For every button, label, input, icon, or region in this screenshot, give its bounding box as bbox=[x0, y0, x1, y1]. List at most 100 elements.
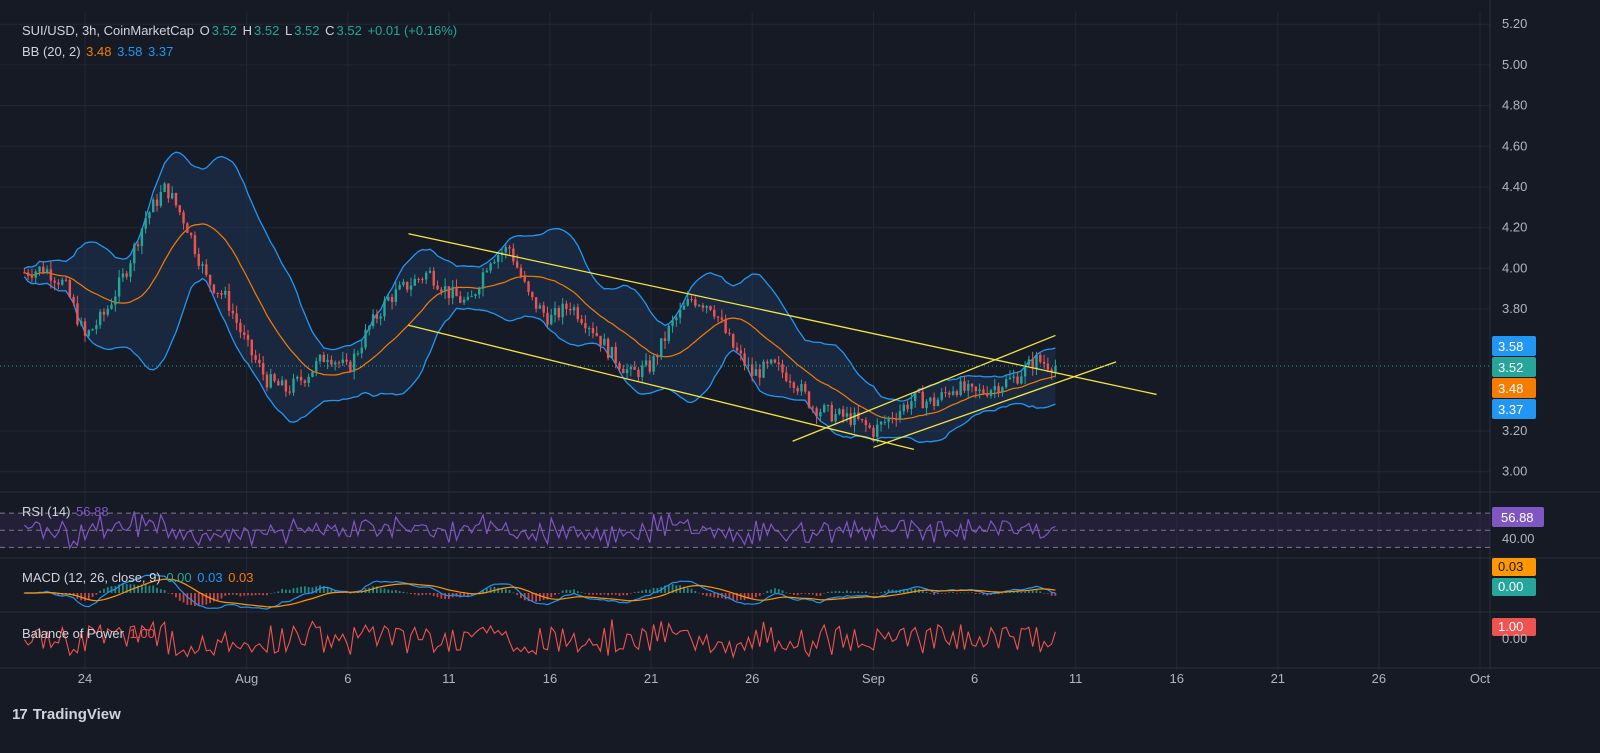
macd-hist-bar bbox=[584, 593, 587, 594]
macd-hist-bar bbox=[565, 589, 568, 593]
macd-hist-bar bbox=[940, 593, 943, 594]
macd-hist-bar bbox=[762, 593, 765, 594]
candle-body bbox=[895, 419, 898, 421]
high-label: H bbox=[242, 23, 253, 38]
candle-body bbox=[678, 309, 682, 318]
bop-legend[interactable]: Balance of Power 1.00 bbox=[22, 626, 157, 641]
candle-body bbox=[629, 366, 633, 370]
candle-body bbox=[519, 267, 523, 277]
macd-hist-bar bbox=[557, 593, 560, 594]
macd-hist-bar bbox=[576, 591, 579, 593]
candle-body bbox=[887, 417, 890, 422]
price-label-basis-text: 3.48 bbox=[1498, 381, 1523, 396]
candle-body bbox=[758, 369, 761, 378]
candle-body bbox=[341, 359, 344, 364]
candle-body bbox=[788, 380, 792, 383]
macd-hist-bar bbox=[406, 592, 409, 594]
macd-hist-bar bbox=[857, 591, 860, 593]
macd-hist-bar bbox=[216, 593, 219, 601]
macd-hist-bar bbox=[823, 593, 826, 594]
candle-body bbox=[485, 270, 489, 273]
candle-body bbox=[379, 316, 382, 319]
macd-hist-bar bbox=[129, 584, 132, 593]
macd-hist-bar bbox=[516, 593, 519, 596]
macd-hist-bar bbox=[307, 586, 310, 593]
macd-hist-bar bbox=[811, 593, 814, 595]
candle-body bbox=[178, 205, 181, 213]
candle-body bbox=[398, 284, 401, 290]
macd-hist-bar bbox=[497, 587, 500, 593]
candle-body bbox=[694, 299, 697, 306]
candle-body bbox=[265, 374, 269, 388]
candle-body bbox=[102, 311, 106, 315]
candle-body bbox=[163, 183, 166, 192]
macd-legend[interactable]: MACD (12, 26, close, 9) 0.00 0.03 0.03 bbox=[22, 570, 256, 585]
candle-body bbox=[186, 223, 189, 233]
bb-legend[interactable]: BB (20, 2) 3.48 3.58 3.37 bbox=[22, 44, 175, 59]
candle-body bbox=[796, 388, 799, 392]
macd-hist-bar bbox=[883, 591, 886, 593]
macd-hist-bar bbox=[303, 586, 306, 593]
candle-body bbox=[26, 272, 30, 276]
candle-body bbox=[53, 280, 56, 283]
macd-hist-bar bbox=[690, 588, 693, 593]
candle-body bbox=[57, 282, 60, 285]
candle-body bbox=[129, 263, 132, 277]
rsi-legend[interactable]: RSI (14) 56.88 bbox=[22, 504, 111, 519]
macd-hist-bar bbox=[254, 593, 257, 596]
macd-hist-bar bbox=[713, 593, 716, 598]
macd-hist-bar bbox=[410, 593, 412, 594]
candle-body bbox=[42, 266, 45, 273]
candle-body bbox=[83, 321, 87, 336]
candle-body bbox=[656, 356, 659, 358]
macd-hist-bar bbox=[842, 591, 845, 593]
x-tick-label: 21 bbox=[644, 671, 658, 686]
candle-body bbox=[417, 278, 420, 280]
candle-body bbox=[387, 297, 390, 301]
macd-hist-bar bbox=[266, 593, 268, 596]
candle-body bbox=[989, 390, 993, 396]
macd-hist-bar bbox=[1046, 593, 1049, 594]
candle-body bbox=[337, 362, 341, 364]
symbol-label[interactable]: SUI/USD, 3h, CoinMarketCap bbox=[22, 23, 194, 38]
candle-body bbox=[72, 297, 75, 304]
macd-value-label-text: 0.00 bbox=[1498, 579, 1523, 594]
tradingview-logo[interactable]: 17 TradingView bbox=[12, 706, 121, 723]
macd-hist-bar bbox=[178, 593, 181, 601]
chart-canvas[interactable]: 5.20 5.00 4.80 4.60 4.40 4.20 4.00 3.80 3.20 3.00… bbox=[0, 0, 1600, 753]
macd-hist-bar bbox=[800, 593, 803, 595]
candle-body bbox=[493, 261, 496, 264]
candle-body bbox=[68, 279, 72, 298]
candle-body bbox=[830, 405, 833, 422]
macd-hist-bar bbox=[599, 593, 602, 595]
candle-body bbox=[409, 285, 413, 290]
candle-body bbox=[697, 305, 701, 307]
close-value: 3.52 bbox=[336, 23, 362, 38]
low-label: L bbox=[284, 23, 293, 38]
macd-hist-bar bbox=[285, 589, 287, 593]
macd-hist-bar bbox=[1035, 589, 1038, 593]
candle-body bbox=[288, 391, 291, 393]
candle-body bbox=[864, 420, 868, 426]
candle-body bbox=[773, 359, 777, 363]
candle-body bbox=[978, 389, 981, 392]
macd-hist-bar bbox=[300, 586, 302, 593]
macd-hist-bar bbox=[774, 588, 776, 593]
macd-hist-bar bbox=[171, 593, 174, 595]
candle-body bbox=[565, 303, 568, 309]
candle-body bbox=[663, 338, 667, 341]
macd-hist-bar bbox=[243, 593, 246, 596]
candle-body bbox=[38, 266, 41, 272]
macd-hist-bar bbox=[1031, 590, 1034, 593]
macd-signal-value: 0.03 bbox=[197, 570, 223, 585]
macd-hist-bar bbox=[622, 593, 625, 596]
candle-body bbox=[591, 328, 595, 334]
macd-hist-bar bbox=[281, 588, 284, 593]
candle-body bbox=[481, 272, 485, 289]
candle-body bbox=[155, 199, 159, 206]
candle-body bbox=[110, 304, 113, 309]
bb-upper-value: 3.58 bbox=[117, 44, 143, 59]
candle-body bbox=[644, 360, 648, 366]
candle-body bbox=[917, 391, 921, 393]
macd-hist-bar bbox=[876, 593, 879, 594]
